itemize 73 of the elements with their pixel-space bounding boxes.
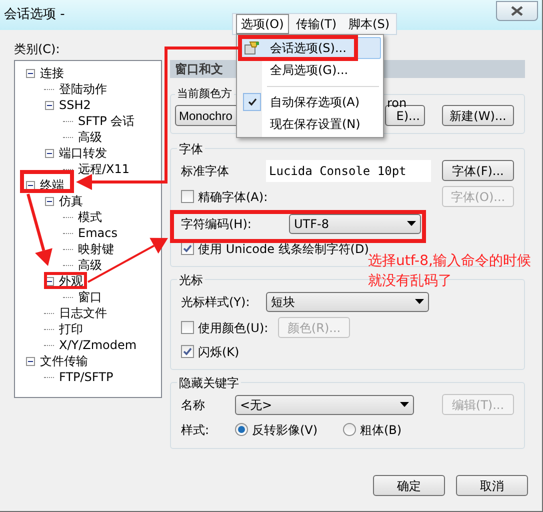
menu-item[interactable]: 全局选项(G)... [239,58,381,80]
checkbox[interactable] [181,242,194,255]
field-label: 光标样式(Y): [181,294,251,310]
annotation-note: 选择utf-8,输入命令的时候 [368,252,531,271]
collapse-toggle[interactable] [44,148,54,158]
new-scheme-button[interactable]: 新建(W)... [442,105,514,126]
caret-icon [407,221,416,226]
checkbox-label: 使用颜色(U): [198,320,270,336]
tree-item[interactable]: 高级 [78,257,102,273]
cancel-button[interactable]: 取消 [456,475,528,496]
menu-bar-item[interactable]: 脚本(S) [344,14,394,34]
tree-item[interactable]: 窗口 [78,289,102,305]
tree-item[interactable]: 日志文件 [59,305,107,321]
cursor-style-select[interactable]: 短块 [266,292,429,312]
tree-item[interactable]: X/Y/Zmodem [59,337,137,353]
checkbox-label: 闪烁(K) [198,344,240,360]
checkbox[interactable] [181,190,194,203]
settings-icon [244,40,260,55]
caret-icon [400,402,409,407]
menu-bar-item[interactable]: 传输(T) [290,14,342,34]
field-label: 标准字体 [181,162,230,180]
tree-item[interactable]: FTP/SFTP [59,369,114,385]
window-title: 会话选项 - [4,6,65,24]
close-icon [511,6,523,16]
annotation-note: 就没有乱码了 [368,272,453,291]
group-title: 光标 [178,272,204,288]
group-title: 当前颜色方 [177,86,232,102]
collapse-toggle[interactable] [44,196,54,206]
tree-item[interactable]: 高级 [78,129,102,145]
field-label: 字符编码(H): [181,216,252,232]
font-preview: Lucida Console 10pt [266,160,431,182]
tree-item[interactable]: 模式 [78,209,102,225]
tree-item[interactable]: 端口转发 [59,145,107,161]
tree-item[interactable]: 登陆动作 [59,81,107,97]
tree-item[interactable]: 仿真 [59,193,83,209]
tree-item[interactable]: SSH2 [59,97,91,113]
radio-label: 粗体(B) [360,422,402,438]
collapse-toggle[interactable] [26,356,34,366]
tree-item[interactable]: 连接 [40,65,64,81]
ok-button[interactable]: 确定 [373,475,445,496]
menu-item[interactable]: 现在保存设置(N) [239,113,381,135]
tree-item[interactable]: 映射键 [78,241,114,257]
field-label: 名称 [181,396,206,414]
checkbox-label: 使用 Unicode 线条绘制字符(D) [198,240,369,256]
tree-item[interactable]: 打印 [59,321,83,337]
radio-button[interactable] [343,423,356,436]
encoding-select[interactable]: UTF-8 [289,214,421,234]
collapse-toggle[interactable] [26,68,34,78]
tree-item[interactable]: Emacs [78,225,118,241]
font-button[interactable]: 字体(F)... [442,160,514,181]
tree-item[interactable]: 文件传输 [40,353,88,369]
highlight-frame [44,272,87,289]
tree-item[interactable]: 外观 [59,273,83,289]
collapse-toggle[interactable] [26,180,34,190]
close-button[interactable] [496,1,538,21]
menu-bar-item[interactable]: 选项(O) [236,14,289,34]
group-title: 字体 [178,140,204,158]
highlight-frame [20,170,74,193]
tree-item[interactable]: SFTP 会话 [78,113,135,129]
tree-item[interactable]: 远程/X11 [78,161,130,177]
radio-label: 反转影像(V) [252,422,318,438]
radio-button[interactable] [235,423,248,436]
checkbox[interactable] [181,345,194,358]
menu-item[interactable]: 自动保存选项(A) [239,92,381,114]
checkmark-icon [243,93,261,112]
caret-icon [415,299,424,304]
checkbox-label: 精确字体(A): [198,188,268,206]
field-label: 样式: [181,422,210,438]
collapse-toggle[interactable] [44,100,54,110]
checkbox[interactable] [181,321,194,334]
keyword-select[interactable]: <无> [235,394,414,414]
group-title: 隐藏关键字 [178,374,240,392]
category-label: 类别(C): [14,41,61,58]
